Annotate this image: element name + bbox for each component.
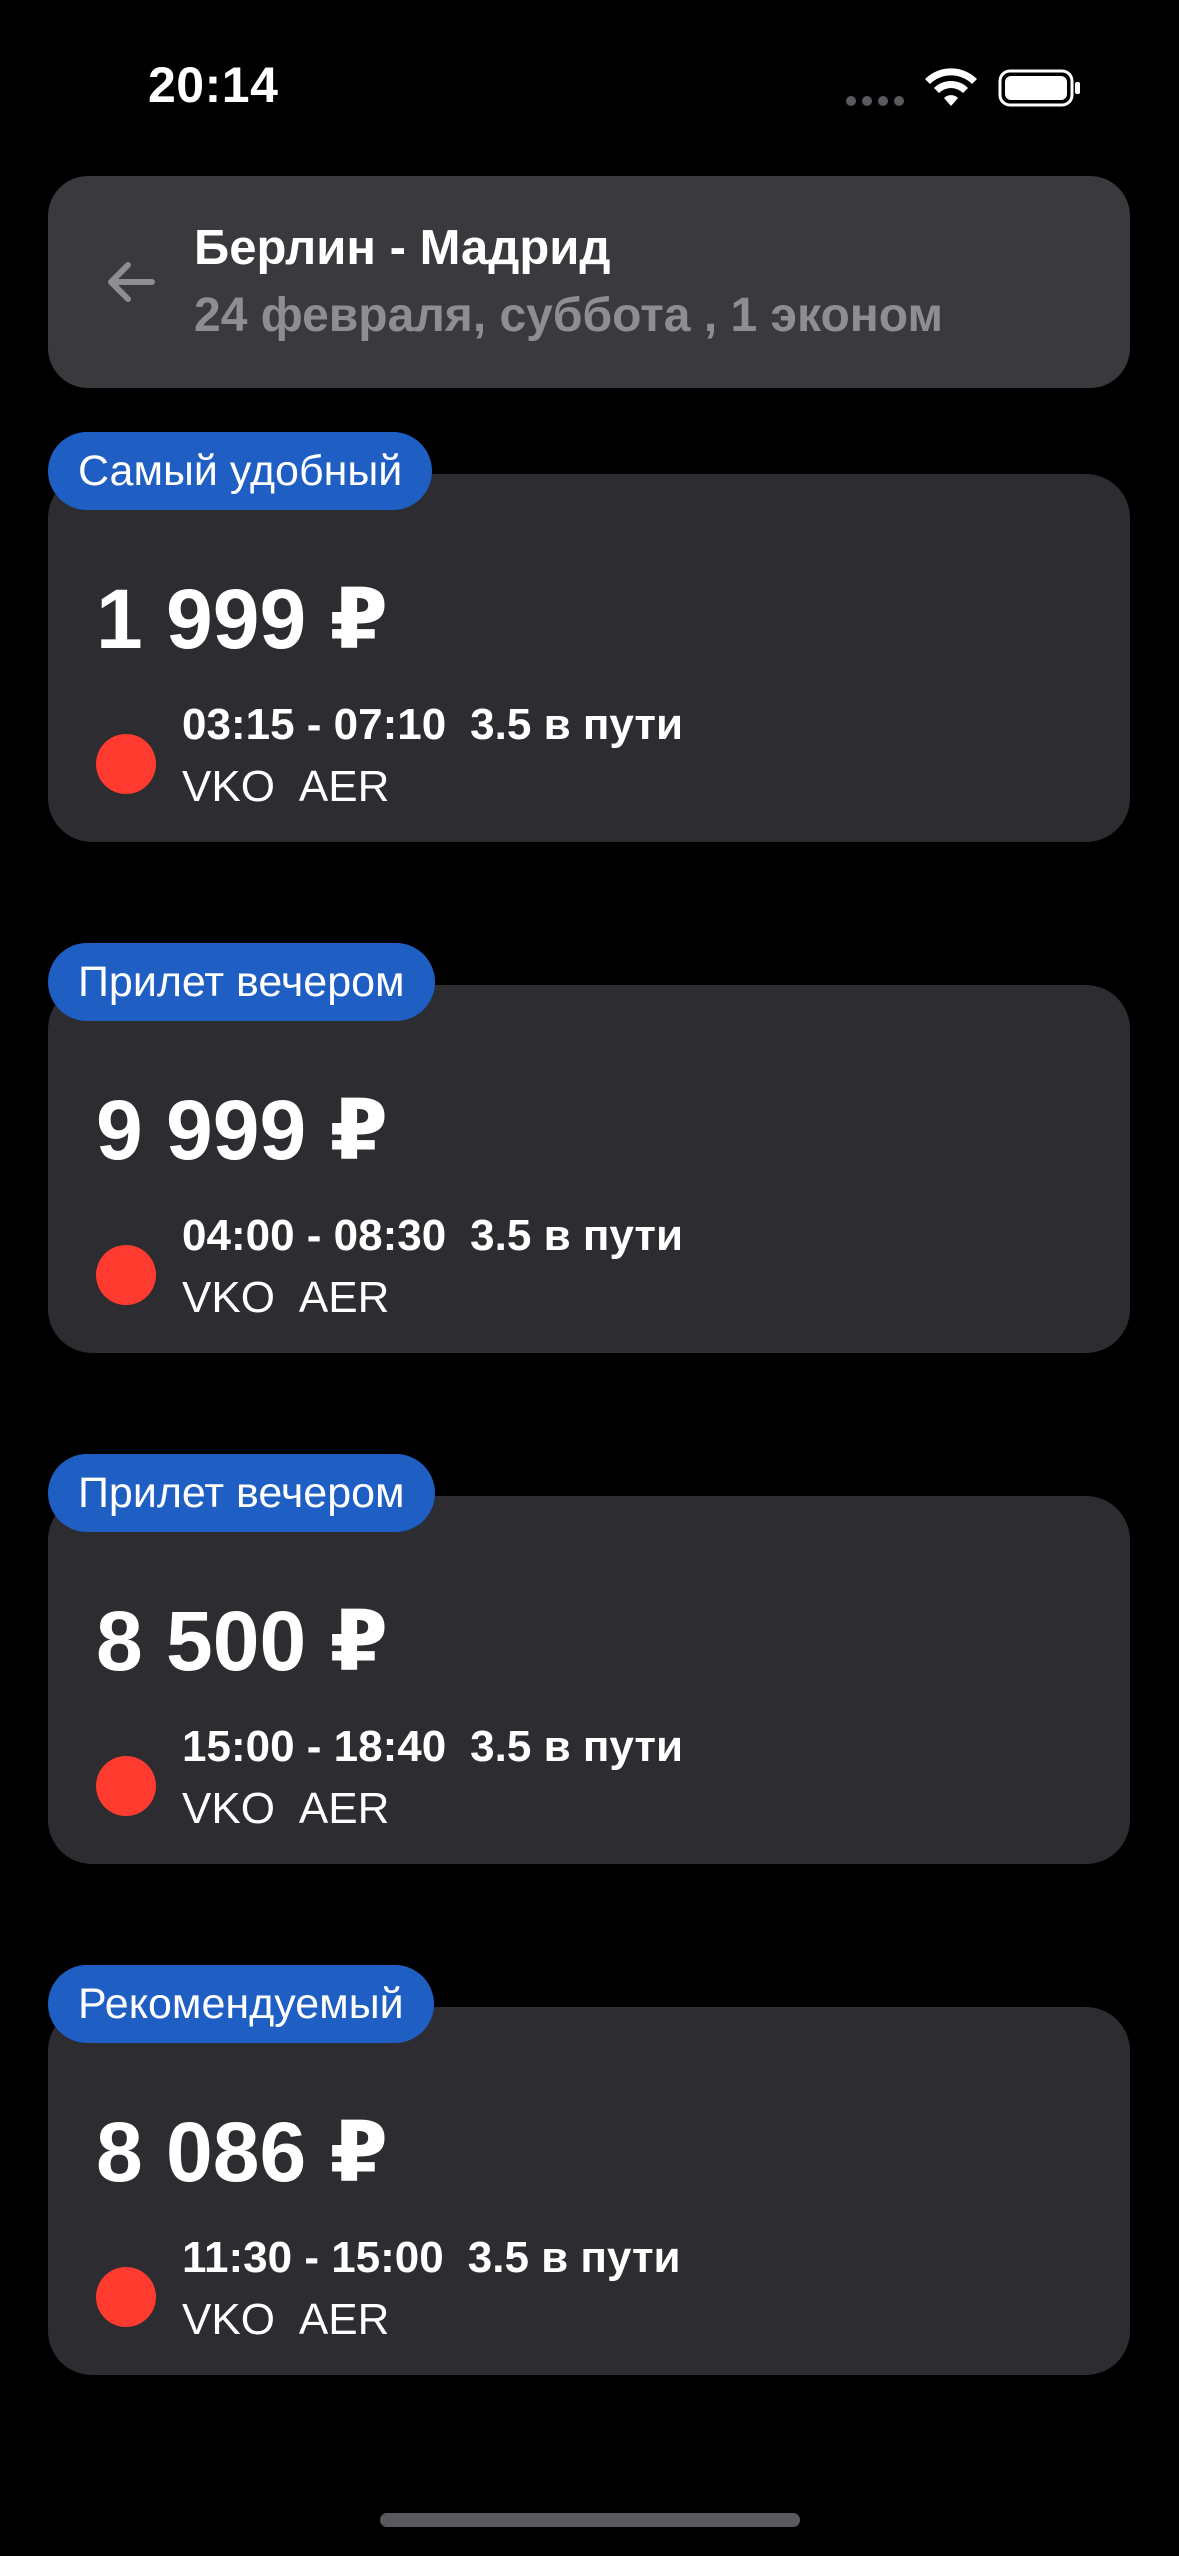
flight-duration: 3.5 в пути: [470, 700, 684, 749]
departure-airport: VKO: [182, 762, 275, 811]
arrival-airport: AER: [298, 1273, 390, 1322]
offer-airports: VKO AER: [182, 2295, 389, 2345]
offer-price: 8 500 ₽: [96, 1594, 388, 1688]
flight-time-range: 04:00 - 08:30: [182, 1211, 447, 1260]
offer-price: 9 999 ₽: [96, 1083, 388, 1177]
offer-card[interactable]: 9 999 ₽ 04:00 - 08:30 3.5 в пути VKO AER: [48, 985, 1130, 1353]
route-subtitle: 24 февраля, суббота , 1 эконом: [194, 289, 943, 342]
arrow-left-icon: [108, 262, 155, 302]
status-bar: 20:14: [0, 0, 1179, 150]
cellular-signal-icon: [846, 96, 906, 106]
flight-duration: 3.5 в пути: [467, 2233, 681, 2282]
offer-card[interactable]: 8 500 ₽ 15:00 - 18:40 3.5 в пути VKO AER: [48, 1496, 1130, 1864]
offer-price: 8 086 ₽: [96, 2105, 388, 2199]
flight-duration: 3.5 в пути: [470, 1211, 684, 1260]
departure-airport: VKO: [182, 1273, 275, 1322]
route-header: Берлин - Мадрид 24 февраля, суббота , 1 …: [48, 176, 1130, 388]
airline-logo-icon: [96, 1245, 156, 1305]
offer-price: 1 999 ₽: [96, 572, 388, 666]
airline-logo-icon: [96, 1756, 156, 1816]
offer-times: 03:15 - 07:10 3.5 в пути: [182, 700, 683, 750]
flight-duration: 3.5 в пути: [470, 1722, 684, 1771]
arrival-airport: AER: [298, 762, 390, 811]
offer-card[interactable]: 1 999 ₽ 03:15 - 07:10 3.5 в пути VKO AER: [48, 474, 1130, 842]
airline-logo-icon: [96, 734, 156, 794]
offer-times: 15:00 - 18:40 3.5 в пути: [182, 1722, 683, 1772]
offer-airports: VKO AER: [182, 1273, 389, 1323]
battery-icon: [998, 69, 1080, 107]
wifi-icon: [925, 68, 977, 106]
offer-airports: VKO AER: [182, 762, 389, 812]
status-time: 20:14: [148, 57, 279, 113]
offer-times: 04:00 - 08:30 3.5 в пути: [182, 1211, 683, 1261]
arrival-airport: AER: [298, 1784, 390, 1833]
flight-time-range: 11:30 - 15:00: [182, 2233, 444, 2282]
arrival-airport: AER: [298, 2295, 390, 2344]
offer-times: 11:30 - 15:00 3.5 в пути: [182, 2233, 681, 2283]
departure-airport: VKO: [182, 1784, 275, 1833]
offer-badge: Самый удобный: [48, 432, 433, 510]
back-button[interactable]: [88, 240, 172, 324]
home-indicator[interactable]: [380, 2513, 800, 2527]
flight-time-range: 15:00 - 18:40: [182, 1722, 447, 1771]
offer-badge: Рекомендуемый: [48, 1965, 434, 2043]
flight-time-range: 03:15 - 07:10: [182, 700, 447, 749]
offer-airports: VKO AER: [182, 1784, 389, 1834]
offer-badge: Прилет вечером: [48, 943, 435, 1021]
departure-airport: VKO: [182, 2295, 275, 2344]
offer-card[interactable]: 8 086 ₽ 11:30 - 15:00 3.5 в пути VKO AER: [48, 2007, 1130, 2375]
airline-logo-icon: [96, 2267, 156, 2327]
route-title: Берлин - Мадрид: [194, 221, 611, 275]
offer-badge: Прилет вечером: [48, 1454, 435, 1532]
